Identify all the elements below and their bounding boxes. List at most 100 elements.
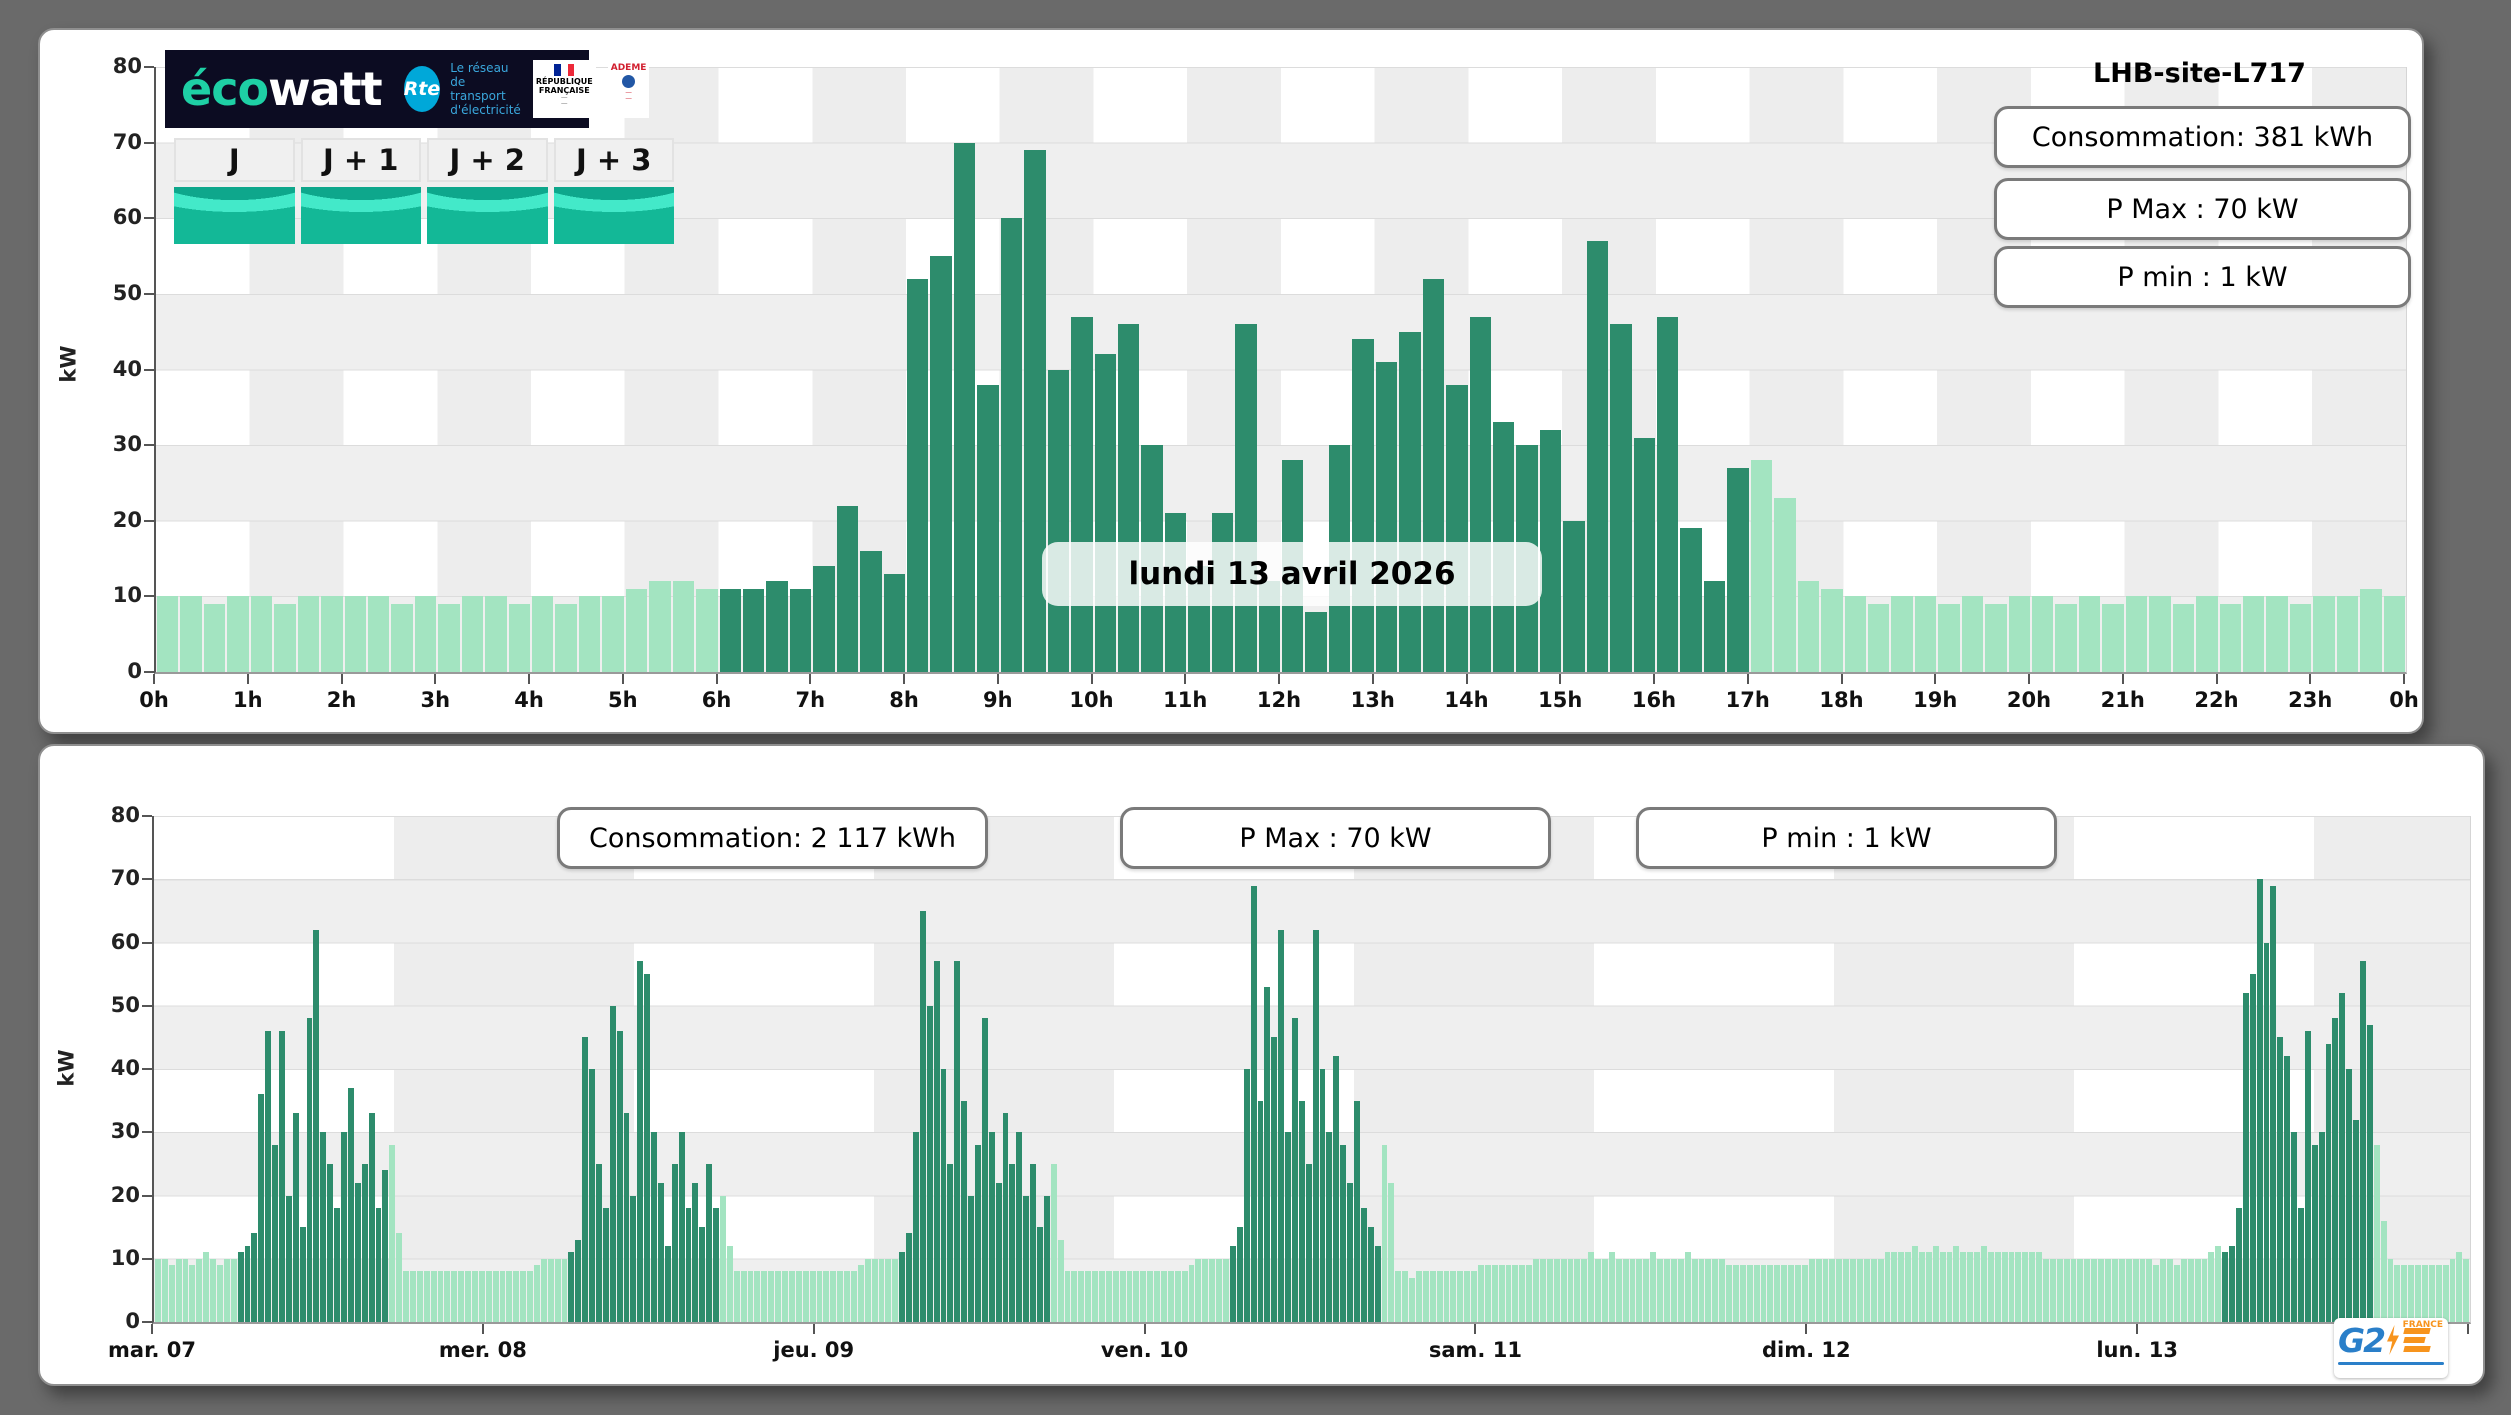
ecowatt-eco-text: éco bbox=[181, 62, 269, 116]
bar bbox=[1353, 1100, 1360, 1322]
y-tick-label: 50 bbox=[112, 280, 142, 305]
french-flag-icon bbox=[554, 64, 575, 76]
bar bbox=[912, 1132, 919, 1322]
bar bbox=[1094, 354, 1116, 672]
bar bbox=[540, 1258, 547, 1322]
bar bbox=[1512, 1265, 1519, 1322]
bar bbox=[1085, 1271, 1092, 1322]
bar bbox=[1781, 1265, 1788, 1322]
bar bbox=[299, 1227, 306, 1322]
bar bbox=[485, 596, 507, 672]
bar bbox=[899, 1252, 906, 1322]
bar bbox=[795, 1271, 802, 1322]
bar bbox=[1491, 1265, 1498, 1322]
bar bbox=[1023, 1195, 1030, 1322]
forecast-tile-j[interactable]: J bbox=[174, 138, 295, 244]
bar bbox=[706, 1163, 713, 1322]
bar bbox=[713, 1208, 720, 1322]
bar bbox=[1938, 603, 1960, 672]
x-tick-label: jeu. 09 bbox=[773, 1338, 855, 1362]
ecowatt-gauge-icon bbox=[553, 187, 674, 244]
bar bbox=[1099, 1271, 1105, 1322]
bar bbox=[1650, 1252, 1657, 1322]
ecowatt-forecast-tiles: JJ + 1J + 2J + 3 bbox=[174, 138, 674, 244]
bar bbox=[672, 581, 695, 672]
bar bbox=[720, 1195, 726, 1322]
bar bbox=[217, 1265, 223, 1322]
bar bbox=[1298, 1100, 1305, 1322]
forecast-tile-j+2[interactable]: J + 2 bbox=[427, 138, 548, 244]
x-tick-mark bbox=[151, 1324, 153, 1334]
bar bbox=[1595, 1258, 1602, 1322]
bar bbox=[1553, 1258, 1560, 1322]
bar bbox=[1140, 1271, 1147, 1322]
bar bbox=[409, 1271, 416, 1322]
x-tick-label: mar. 07 bbox=[108, 1338, 196, 1362]
bar bbox=[1409, 1277, 1415, 1322]
bar bbox=[2442, 1265, 2449, 1322]
week-chart-plot[interactable] bbox=[152, 816, 2471, 1324]
week-chart-bars bbox=[155, 816, 2470, 1322]
bar bbox=[2289, 603, 2312, 672]
bar bbox=[1994, 1252, 2001, 1322]
bar bbox=[836, 505, 859, 672]
forecast-tile-j+3[interactable]: J + 3 bbox=[553, 138, 674, 244]
bar bbox=[1622, 1258, 1629, 1322]
bar bbox=[555, 603, 577, 672]
bar bbox=[1985, 603, 2007, 672]
bar bbox=[2215, 1246, 2222, 1322]
bar bbox=[2125, 596, 2148, 672]
bar bbox=[180, 596, 202, 672]
bar bbox=[2105, 1258, 2111, 1322]
bar bbox=[1746, 1265, 1753, 1322]
bar bbox=[161, 1258, 168, 1322]
bar bbox=[2401, 1265, 2408, 1322]
bar bbox=[644, 974, 651, 1322]
bar bbox=[1078, 1271, 1085, 1322]
forecast-tile-j+1[interactable]: J + 1 bbox=[300, 138, 421, 244]
rte-tagline: Le réseau de transport d'électricité bbox=[450, 61, 521, 117]
bar bbox=[2366, 1024, 2373, 1322]
bar bbox=[2173, 1265, 2180, 1322]
bar bbox=[2249, 974, 2256, 1322]
g2e-e-icon bbox=[2403, 1328, 2431, 1352]
bar bbox=[210, 1258, 217, 1322]
bar bbox=[2242, 993, 2249, 1322]
bar bbox=[458, 1271, 465, 1322]
bar bbox=[554, 1258, 561, 1322]
bar bbox=[2111, 1258, 2118, 1322]
g2e-tagline-bar bbox=[2338, 1362, 2444, 1365]
bar bbox=[438, 603, 460, 672]
bar bbox=[1264, 986, 1271, 1322]
bar bbox=[1250, 885, 1257, 1322]
y-tick-mark bbox=[142, 878, 152, 881]
bar bbox=[1719, 1258, 1726, 1322]
bar bbox=[203, 603, 226, 672]
x-tick-label: mer. 08 bbox=[438, 1338, 527, 1362]
bar bbox=[2284, 1056, 2291, 1322]
x-tick-mark bbox=[812, 1324, 815, 1334]
ademe-figure-icon bbox=[622, 75, 636, 88]
bar bbox=[513, 1271, 520, 1322]
bar bbox=[1815, 1258, 1822, 1322]
bar bbox=[297, 596, 320, 672]
bar bbox=[1340, 1144, 1347, 1322]
x-tick-mark bbox=[528, 674, 530, 684]
bar bbox=[499, 1271, 506, 1322]
bar bbox=[1126, 1271, 1133, 1322]
x-tick-mark bbox=[1653, 674, 1655, 684]
bar bbox=[837, 1271, 844, 1322]
bar bbox=[2318, 1132, 2325, 1322]
bar bbox=[2008, 596, 2030, 672]
y-tick-mark bbox=[142, 1257, 152, 1260]
bar bbox=[391, 603, 413, 672]
week-y-axis-label: kW bbox=[54, 1049, 79, 1087]
bar bbox=[630, 1195, 637, 1322]
bar bbox=[623, 1113, 630, 1322]
x-tick-mark bbox=[1805, 1324, 1808, 1334]
bar bbox=[1043, 1195, 1050, 1322]
bar bbox=[375, 1208, 382, 1322]
bar bbox=[1821, 588, 1843, 672]
bar bbox=[2463, 1258, 2470, 1322]
bar bbox=[1905, 1252, 1912, 1322]
